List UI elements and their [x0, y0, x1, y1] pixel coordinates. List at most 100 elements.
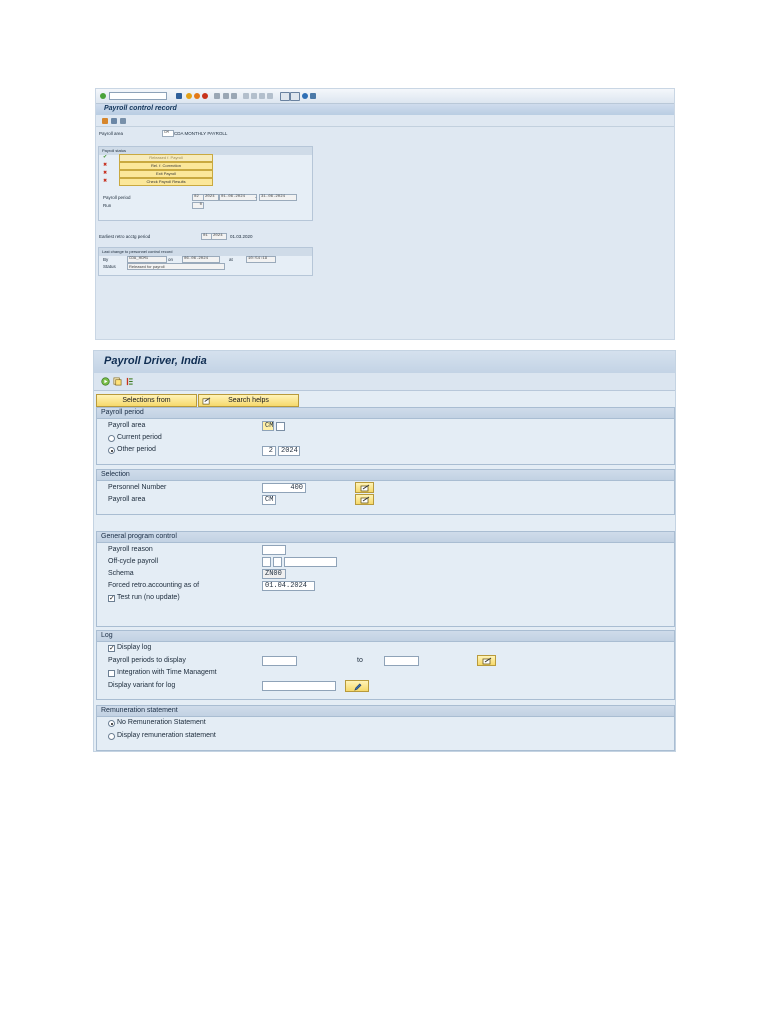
payroll-area-multiple-selection-button[interactable]: [355, 494, 374, 505]
customize-layout-icon[interactable]: [310, 93, 316, 99]
no-remuneration-radio[interactable]: [108, 720, 115, 727]
integration-time-label: Integration with Time Managemt: [117, 669, 217, 676]
display-remuneration-label: Display remuneration statement: [117, 732, 216, 739]
display-variant-input[interactable]: [262, 681, 336, 691]
off-cycle-input-3[interactable]: [284, 557, 337, 567]
payroll-reason-label: Payroll reason: [108, 546, 153, 553]
cancel-icon[interactable]: [202, 93, 208, 99]
multiple-selection-icon: [360, 484, 370, 492]
variant-icon[interactable]: [113, 377, 122, 386]
find-next-icon[interactable]: [231, 93, 237, 99]
forced-retro-label: Forced retro.accounting as of: [108, 582, 200, 589]
other-object-icon[interactable]: [111, 118, 117, 124]
standard-toolbar: [96, 89, 674, 104]
payroll-reason-input[interactable]: [262, 545, 286, 555]
off-cycle-input-2[interactable]: [273, 557, 282, 567]
current-period-radio[interactable]: [108, 435, 115, 442]
pencil-icon: [354, 683, 362, 691]
exit-payroll-button[interactable]: Exit Payroll: [119, 170, 213, 178]
remuneration-statement-section: Remuneration statement No Remuneration S…: [96, 705, 675, 751]
schema-input[interactable]: ZN00: [262, 569, 286, 579]
integration-time-checkbox[interactable]: [108, 670, 115, 677]
display-log-label: Display log: [117, 644, 152, 651]
next-page-icon[interactable]: [259, 93, 265, 99]
payroll-period-year: 2024: [203, 194, 219, 201]
payroll-area-input[interactable]: CM: [262, 421, 274, 431]
payroll-area-value-help[interactable]: [276, 422, 285, 431]
period-dash: -: [255, 195, 257, 200]
search-helps-button[interactable]: Search helps: [198, 394, 299, 407]
edit-variant-button[interactable]: [345, 680, 369, 692]
run-value: 0: [192, 202, 204, 209]
frame-header: Last change to personnel control record: [99, 248, 312, 256]
earliest-retro-date: 01.03.2020: [230, 234, 253, 239]
forced-retro-input[interactable]: 01.04.2024: [262, 581, 315, 591]
display-change-icon[interactable]: [102, 118, 108, 124]
log-section: Log ✓ Display log Payroll periods to dis…: [96, 630, 675, 700]
selection-options-icon[interactable]: [125, 377, 134, 386]
status-cross-icon: ✖: [103, 178, 108, 184]
at-value: 10:54:19: [246, 256, 276, 263]
exit-icon[interactable]: [194, 93, 200, 99]
new-session-icon[interactable]: [280, 92, 290, 101]
current-period-label: Current period: [117, 434, 162, 441]
payroll-area-field[interactable]: CM: [162, 130, 174, 137]
page-title: Payroll Driver, India: [104, 355, 207, 367]
periods-from-input[interactable]: [262, 656, 297, 666]
title-bar: Payroll control record: [96, 104, 674, 115]
other-period-radio[interactable]: [108, 447, 115, 454]
payroll-driver-window: Payroll Driver, India Selections from Se…: [93, 350, 676, 752]
selections-from-button[interactable]: Selections from: [96, 394, 197, 407]
last-change-frame: Last change to personnel control record …: [98, 247, 313, 276]
section-header: General program control: [97, 532, 674, 543]
previous-page-icon[interactable]: [251, 93, 257, 99]
print-icon[interactable]: [214, 93, 220, 99]
display-log-checkbox[interactable]: ✓: [108, 645, 115, 652]
section-header: Log: [97, 631, 674, 642]
period-from-date: 01.06.2024: [219, 194, 257, 201]
released-for-payroll-button[interactable]: Released f. Payroll: [119, 154, 213, 162]
execute-icon[interactable]: [101, 377, 110, 386]
by-value: CDA_HCM1: [127, 256, 167, 263]
print-list-icon[interactable]: [120, 118, 126, 124]
other-period-label: Other period: [117, 446, 156, 453]
help-icon[interactable]: [302, 93, 308, 99]
by-label: By: [103, 257, 109, 262]
no-remuneration-label: No Remuneration Statement: [117, 719, 206, 726]
period-to-date: 31.06.2024: [259, 194, 297, 201]
page-title: Payroll control record: [104, 105, 177, 112]
save-icon[interactable]: [176, 93, 182, 99]
back-icon[interactable]: [186, 93, 192, 99]
status-cross-icon: ✖: [103, 170, 108, 176]
periods-to-input[interactable]: [384, 656, 419, 666]
shortcut-icon[interactable]: [290, 92, 300, 101]
first-page-icon[interactable]: [243, 93, 249, 99]
section-header: Remuneration statement: [97, 706, 674, 717]
personnel-number-multiple-selection-button[interactable]: [355, 482, 374, 493]
on-label: on: [168, 257, 174, 262]
check-payroll-results-button[interactable]: Check Payroll Results: [119, 178, 213, 186]
payroll-area-input[interactable]: CM: [262, 495, 276, 505]
other-period-year-input[interactable]: 2024: [278, 446, 300, 456]
find-icon[interactable]: [223, 93, 229, 99]
divider: [96, 126, 674, 127]
general-program-control-section: General program control Payroll reason O…: [96, 531, 675, 627]
enter-icon[interactable]: [100, 93, 106, 99]
periods-multiple-selection-button[interactable]: [477, 655, 496, 666]
off-cycle-label: Off-cycle payroll: [108, 558, 159, 565]
released-for-correction-button[interactable]: Rel. f. Correction: [119, 162, 213, 170]
run-label: Run: [103, 203, 112, 208]
multiple-selection-icon: [482, 657, 492, 665]
multiple-selection-icon: [360, 496, 370, 504]
last-page-icon[interactable]: [267, 93, 273, 99]
command-field[interactable]: [109, 92, 167, 100]
other-period-number-input[interactable]: 2: [262, 446, 276, 456]
payroll-area-label: Payroll area: [108, 496, 146, 503]
off-cycle-input-1[interactable]: [262, 557, 271, 567]
section-header: Selection: [97, 470, 674, 481]
test-run-checkbox[interactable]: ✓: [108, 595, 115, 602]
test-run-label: Test run (no update): [117, 594, 180, 601]
display-variant-label: Display variant for log: [108, 682, 176, 689]
display-remuneration-radio[interactable]: [108, 733, 115, 740]
personnel-number-input[interactable]: 400: [262, 483, 306, 493]
